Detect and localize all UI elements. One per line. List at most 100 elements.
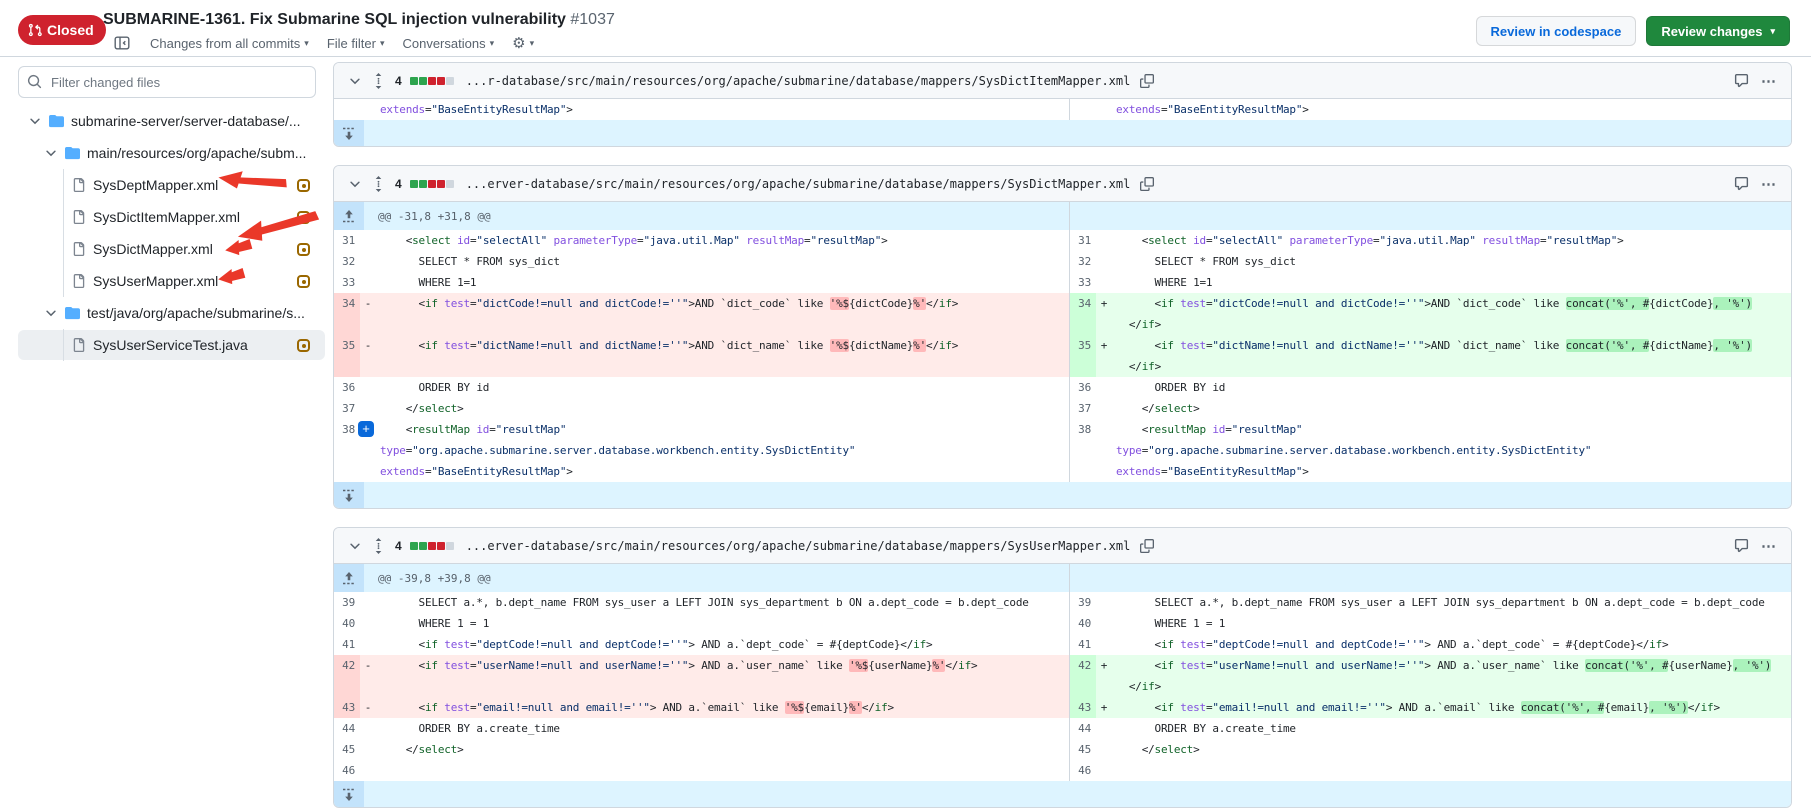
code-line: <select id="selectAll" parameterType="ja… <box>376 230 1069 251</box>
line-number: 44 <box>334 718 360 739</box>
diff-marker <box>1096 739 1112 760</box>
line-number: 45 <box>1070 739 1096 760</box>
code-line: type="org.apache.submarine.server.databa… <box>376 440 1069 461</box>
diff-file-path[interactable]: ...erver-database/src/main/resources/org… <box>466 177 1131 191</box>
diff-file-path[interactable]: ...r-database/src/main/resources/org/apa… <box>466 74 1131 88</box>
expand-context-bar <box>334 482 1791 508</box>
copy-path-icon[interactable] <box>1138 537 1156 555</box>
line-number: 34 <box>1070 293 1096 314</box>
expand-up-button[interactable] <box>334 202 364 230</box>
diff-row: extends="BaseEntityResultMap">extends="B… <box>334 99 1791 120</box>
review-in-codespace-button[interactable]: Review in codespace <box>1476 16 1637 46</box>
pr-status-badge: Closed <box>18 15 106 45</box>
diff-marker <box>1096 718 1112 739</box>
diff-row: type="org.apache.submarine.server.databa… <box>334 440 1791 461</box>
line-number: 35 <box>334 335 360 356</box>
copy-path-icon[interactable] <box>1138 175 1156 193</box>
collapse-diff-chevron-icon[interactable] <box>346 537 364 555</box>
diff-marker: - <box>360 293 376 314</box>
toggle-file-tree-icon[interactable] <box>112 33 132 53</box>
kebab-menu-icon[interactable]: ⋯ <box>1759 70 1779 92</box>
diff-row: 45 </select>45 </select> <box>334 739 1791 760</box>
file-filter-menu[interactable]: File filter▾ <box>327 36 385 51</box>
diff-file-path[interactable]: ...erver-database/src/main/resources/org… <box>466 539 1131 553</box>
diff-marker: - <box>360 335 376 356</box>
diff-row: 37 </select>37 </select> <box>334 398 1791 419</box>
line-number: 38 <box>1070 419 1096 440</box>
tree-folder-6[interactable]: test/java/org/apache/submarine/s... <box>0 297 333 329</box>
drag-grabber-icon[interactable] <box>372 71 385 91</box>
comment-icon[interactable] <box>1732 536 1751 555</box>
conversations-menu[interactable]: Conversations▾ <box>402 36 494 51</box>
changes-from-menu[interactable]: Changes from all commits▾ <box>150 36 309 51</box>
diff-row: 40 WHERE 1 = 140 WHERE 1 = 1 <box>334 613 1791 634</box>
tree-item-label: SysUserMapper.xml <box>93 273 218 289</box>
diff-settings-menu[interactable]: ⚙▾ <box>512 34 534 52</box>
code-line: <if test="deptCode!=null and deptCode!='… <box>376 634 1069 655</box>
diff-row: 36 ORDER BY id36 ORDER BY id <box>334 377 1791 398</box>
code-line: </select> <box>376 398 1069 419</box>
file-icon <box>72 178 86 192</box>
hunk-header: @@ -39,8 +39,8 @@ <box>334 564 1791 592</box>
chevron-down-icon[interactable] <box>28 114 42 128</box>
code-line: <resultMap id="resultMap" <box>376 419 1069 440</box>
review-changes-button[interactable]: Review changes▾ <box>1646 16 1790 46</box>
expand-up-button[interactable] <box>334 564 364 592</box>
collapse-diff-chevron-icon[interactable] <box>346 175 364 193</box>
diff-marker <box>360 356 376 377</box>
chevron-down-icon[interactable] <box>44 146 58 160</box>
filter-changed-files-input[interactable] <box>18 66 316 98</box>
line-number <box>1070 314 1096 335</box>
pr-header: Closed SUBMARINE-1361. Fix Submarine SQL… <box>0 0 1811 57</box>
diff-marker <box>1096 461 1112 482</box>
expand-down-button[interactable] <box>334 482 364 508</box>
expand-down-button[interactable] <box>334 120 364 146</box>
diff-row: 32 SELECT * FROM sys_dict32 SELECT * FRO… <box>334 251 1791 272</box>
diff-marker: + <box>360 419 376 440</box>
code-line: </if> <box>1112 356 1792 377</box>
tree-item-label: test/java/org/apache/submarine/s... <box>87 305 305 321</box>
diff-marker <box>360 718 376 739</box>
tree-indent-guide <box>63 201 64 233</box>
diff-marker <box>1096 398 1112 419</box>
code-line: extends="BaseEntityResultMap"> <box>1112 99 1792 120</box>
folder-icon <box>65 146 80 161</box>
tree-file-3[interactable]: SysDictItemMapper.xml <box>0 201 333 233</box>
code-line: </select> <box>1112 398 1792 419</box>
kebab-menu-icon[interactable]: ⋯ <box>1759 535 1779 557</box>
diff-row: 41 <if test="deptCode!=null and deptCode… <box>334 634 1791 655</box>
split-diff-table: 31 <select id="selectAll" parameterType=… <box>334 230 1791 482</box>
diffstat-squares <box>410 542 454 550</box>
kebab-menu-icon[interactable]: ⋯ <box>1759 173 1779 195</box>
code-line: </if> <box>1112 314 1792 335</box>
code-line: SELECT * FROM sys_dict <box>1112 251 1792 272</box>
chevron-down-icon[interactable] <box>44 306 58 320</box>
tree-file-4[interactable]: SysDictMapper.xml <box>0 233 333 265</box>
line-number: 42 <box>1070 655 1096 676</box>
diff-marker <box>360 760 376 781</box>
modified-file-icon <box>297 179 310 192</box>
tree-indent-guide <box>63 329 64 361</box>
comment-icon[interactable] <box>1732 174 1751 193</box>
code-line: <if test="email!=null and email!=''"> AN… <box>1112 697 1792 718</box>
drag-grabber-icon[interactable] <box>372 536 385 556</box>
code-line: <if test="email!=null and email!=''"> AN… <box>376 697 1069 718</box>
diff-marker <box>1096 356 1112 377</box>
add-line-comment-button[interactable]: + <box>358 421 374 437</box>
tree-file-7[interactable]: SysUserServiceTest.java <box>0 329 333 361</box>
line-number <box>334 356 360 377</box>
tree-folder-0[interactable]: submarine-server/server-database/... <box>0 105 333 137</box>
copy-path-icon[interactable] <box>1138 72 1156 90</box>
collapse-diff-chevron-icon[interactable] <box>346 72 364 90</box>
expand-down-button[interactable] <box>334 781 364 807</box>
tree-folder-1[interactable]: main/resources/org/apache/subm... <box>0 137 333 169</box>
tree-file-5[interactable]: SysUserMapper.xml <box>0 265 333 297</box>
comment-icon[interactable] <box>1732 71 1751 90</box>
diff-marker <box>360 739 376 760</box>
diff-marker <box>1096 251 1112 272</box>
drag-grabber-icon[interactable] <box>372 174 385 194</box>
diff-row: 43- <if test="email!=null and email!=''"… <box>334 697 1791 718</box>
diff-marker: + <box>1096 293 1112 314</box>
line-number <box>334 314 360 335</box>
tree-file-2[interactable]: SysDeptMapper.xml <box>0 169 333 201</box>
